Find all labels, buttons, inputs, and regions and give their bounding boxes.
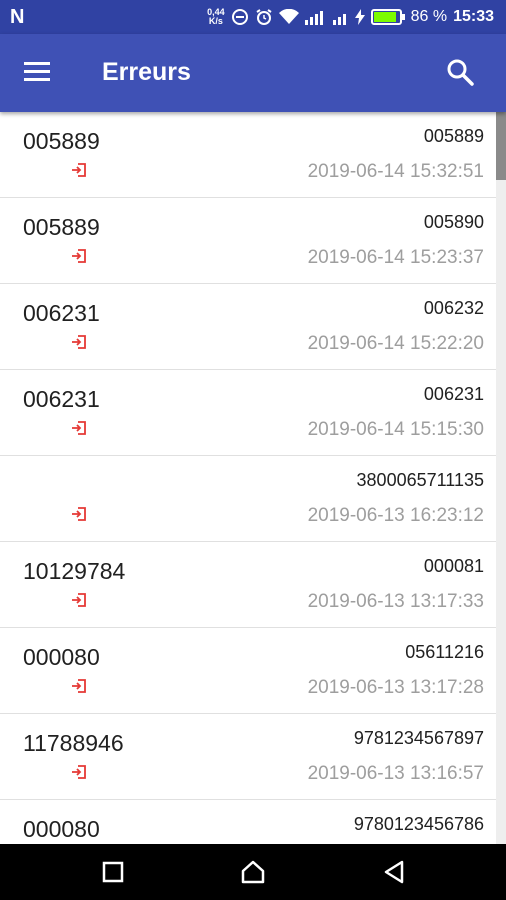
list-item[interactable]: 005889 005890 2019-06-14 15:23:37: [0, 198, 496, 284]
hamburger-menu-icon: [24, 62, 50, 81]
search-icon: [447, 59, 474, 86]
charging-bolt-icon: [354, 9, 365, 25]
login-arrow-icon: [72, 593, 86, 607]
house-home-icon: [241, 860, 265, 884]
login-arrow-icon: [72, 765, 86, 779]
recents-button[interactable]: [97, 856, 129, 888]
item-barcode: 3800065711135: [356, 470, 484, 490]
login-arrow-icon: [72, 679, 86, 693]
list-item[interactable]: 3800065711135 2019-06-13 16:23:12: [0, 456, 496, 542]
network-speed-unit: K/s: [208, 16, 223, 26]
search-button[interactable]: [444, 56, 478, 90]
home-button[interactable]: [237, 856, 269, 888]
item-barcode: 006231: [423, 384, 484, 404]
item-code: 006231: [23, 386, 100, 412]
login-arrow-icon: [72, 249, 86, 263]
item-code: 000080: [23, 644, 100, 670]
battery-icon: [370, 9, 405, 25]
status-bar: N 0,44 K/s 86 % 15:33: [0, 0, 506, 34]
item-barcode: 9780123456786: [353, 814, 484, 834]
item-code: 000080: [23, 816, 100, 842]
back-button[interactable]: [378, 856, 410, 888]
alarm-clock-icon: [256, 9, 272, 25]
app-bar: Erreurs: [0, 34, 506, 112]
item-code: 005889: [23, 214, 100, 240]
item-barcode: 005890: [423, 212, 484, 232]
wifi-icon: [278, 9, 299, 24]
item-barcode: 000081: [423, 556, 484, 576]
item-code: 10129784: [23, 558, 126, 584]
item-datetime: 2019-06-13 16:23:12: [307, 505, 484, 526]
signal-strength-icon: [304, 11, 323, 25]
item-code: 11788946: [23, 730, 124, 756]
login-arrow-icon: [72, 507, 86, 521]
item-code: 005889: [23, 128, 100, 154]
item-datetime: 2019-06-14 15:32:51: [307, 161, 484, 182]
square-recents-icon: [102, 861, 124, 883]
item-datetime: 2019-06-14 15:23:37: [307, 247, 484, 268]
battery-percent: 86 %: [410, 8, 448, 25]
item-datetime: 2019-06-13 13:17:28: [307, 677, 484, 698]
navigation-bar: [0, 844, 506, 900]
scrollbar-thumb[interactable]: [496, 112, 506, 180]
scrollbar-track[interactable]: [496, 112, 506, 844]
item-datetime: 2019-06-14 15:15:30: [307, 419, 484, 440]
list-item[interactable]: 11788946 9781234567897 2019-06-13 13:16:…: [0, 714, 496, 800]
menu-button[interactable]: [22, 58, 56, 88]
item-datetime: 2019-06-14 15:22:20: [307, 333, 484, 354]
signal-strength-icon-2: [332, 14, 346, 25]
list-item[interactable]: 006231 006232 2019-06-14 15:22:20: [0, 284, 496, 370]
item-barcode: 05611216: [405, 642, 484, 662]
status-icons: 0,44 K/s 86 % 15:33: [207, 0, 494, 34]
item-barcode: 9781234567897: [353, 728, 484, 748]
list-item[interactable]: 000080 05611216 2019-06-13 13:17:28: [0, 628, 496, 714]
item-datetime: 2019-06-13 13:16:57: [307, 763, 484, 784]
list-item[interactable]: 006231 006231 2019-06-14 15:15:30: [0, 370, 496, 456]
login-arrow-icon: [72, 163, 86, 177]
page-title: Erreurs: [102, 58, 191, 86]
network-speed: 0,44 K/s: [207, 8, 225, 26]
login-arrow-icon: [72, 335, 86, 349]
error-list[interactable]: 005889 005889 2019-06-14 15:32:51 005889…: [0, 112, 496, 844]
do-not-disturb-icon: [231, 9, 248, 25]
carrier-indicator: N: [10, 6, 25, 28]
list-item[interactable]: 000080 9780123456786: [0, 800, 496, 844]
item-barcode: 005889: [423, 126, 484, 146]
triangle-back-icon: [384, 860, 404, 884]
clock-time: 15:33: [453, 8, 494, 25]
item-code: 006231: [23, 300, 100, 326]
list-item[interactable]: 005889 005889 2019-06-14 15:32:51: [0, 112, 496, 198]
login-arrow-icon: [72, 421, 86, 435]
item-datetime: 2019-06-13 13:17:33: [307, 591, 484, 612]
list-item[interactable]: 10129784 000081 2019-06-13 13:17:33: [0, 542, 496, 628]
item-barcode: 006232: [423, 298, 484, 318]
